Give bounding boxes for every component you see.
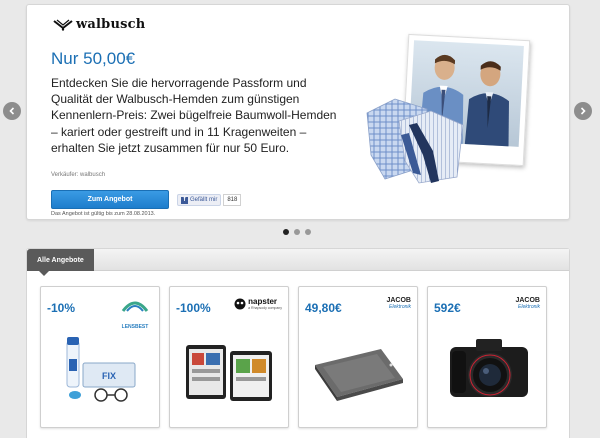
chevron-right-icon xyxy=(580,107,586,115)
walbusch-emblem-icon xyxy=(53,19,73,31)
carousel-dot-2[interactable] xyxy=(294,229,300,235)
offers-header: Alle Angebote xyxy=(27,249,569,276)
all-offers-panel: Alle Angebote -10% LENSBEST FIX -100% na… xyxy=(26,248,570,438)
carousel-dot-3[interactable] xyxy=(305,229,311,235)
carousel-prev-button[interactable] xyxy=(3,102,21,120)
brand-logo[interactable]: walbusch xyxy=(53,17,145,32)
facebook-icon: f xyxy=(181,196,188,204)
hero-slide: walbusch Nur 50,00€ Entdecken Sie die he… xyxy=(26,4,570,220)
offer-card-jacob-reader[interactable]: 49,80€ JACOB Elektronik xyxy=(298,286,418,428)
partner-subtitle: Elektronik xyxy=(389,304,411,310)
carousel-dots xyxy=(283,229,311,235)
tab-all-offers[interactable]: Alle Angebote xyxy=(27,249,94,276)
partner-subtitle: Elektronik xyxy=(518,304,540,310)
brand-name: walbusch xyxy=(76,17,146,32)
carousel-next-button[interactable] xyxy=(574,102,592,120)
partner-name: JACOB xyxy=(386,297,411,304)
shirts-product-image[interactable] xyxy=(365,33,561,184)
jacob-logo: JACOB Elektronik xyxy=(386,297,411,310)
offer-price: Nur 50,00€ xyxy=(51,49,136,68)
facebook-like-label: Gefällt mir xyxy=(190,197,218,203)
napster-logo: napster a Rhapsody company xyxy=(234,297,282,310)
offer-badge: -100% xyxy=(176,301,211,315)
offer-badge: 592€ xyxy=(434,301,461,315)
carousel-dot-1[interactable] xyxy=(283,229,289,235)
card-reader-image xyxy=(315,349,403,401)
offer-badge: 49,80€ xyxy=(305,301,342,315)
offer-description: Entdecken Sie die hervorragende Passform… xyxy=(51,76,337,155)
offer-badge: -10% xyxy=(47,301,76,315)
partner-name: LENSBEST xyxy=(121,324,149,330)
napster-cat-icon xyxy=(234,298,246,309)
chevron-left-icon xyxy=(9,107,15,115)
seller-label: Verkäufer: walbusch xyxy=(51,172,106,178)
offer-card-napster[interactable]: -100% napster a Rhapsody company xyxy=(169,286,289,428)
jacob-logo: JACOB Elektronik xyxy=(515,297,540,310)
offer-validity: Das Angebot ist gültig bis zum 28.08.201… xyxy=(51,211,156,217)
facebook-like-button[interactable]: f Gefällt mir xyxy=(177,194,222,206)
partner-name: napster xyxy=(248,297,278,306)
offer-card-lensbest[interactable]: -10% LENSBEST FIX xyxy=(40,286,160,428)
lensbest-logo: LENSBEST xyxy=(117,297,153,330)
lensbest-emblem-icon xyxy=(121,301,149,312)
folded-shirts-illustration xyxy=(366,98,464,184)
partner-name: JACOB xyxy=(515,297,540,304)
facebook-like-widget[interactable]: f Gefällt mir 818 xyxy=(177,194,242,206)
napster-devices-image xyxy=(186,345,272,401)
zum-angebot-button[interactable]: Zum Angebot xyxy=(51,190,169,209)
svg-text:FIX: FIX xyxy=(102,371,116,381)
facebook-like-count: 818 xyxy=(223,194,242,206)
partner-subtitle: a Rhapsody company xyxy=(248,306,282,310)
offer-card-jacob-camera[interactable]: 592€ JACOB Elektronik xyxy=(427,286,547,428)
contact-lens-set-image: FIX xyxy=(66,337,136,402)
dslr-camera-image xyxy=(450,339,528,397)
